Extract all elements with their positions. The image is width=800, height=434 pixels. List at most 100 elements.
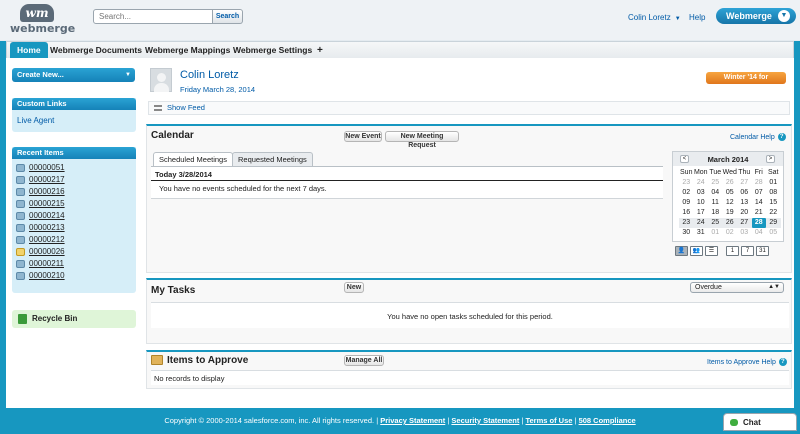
recent-item[interactable]: 00000216: [12, 186, 136, 198]
calendar-day[interactable]: 18: [708, 208, 723, 218]
app-switcher-button[interactable]: Webmerge ▼: [716, 8, 796, 24]
recent-item[interactable]: 00000213: [12, 222, 136, 234]
user-menu[interactable]: Colin Loretz ▼: [628, 13, 681, 22]
security-statement-link[interactable]: Security Statement: [451, 416, 519, 425]
custom-link-live-agent[interactable]: Live Agent: [12, 115, 136, 127]
calendar-day[interactable]: 25: [708, 178, 723, 188]
calendar-day[interactable]: 23: [679, 178, 694, 188]
recent-item-link[interactable]: 00000026: [29, 246, 65, 258]
calendar-day[interactable]: 11: [708, 198, 723, 208]
calendar-day[interactable]: 08: [766, 188, 781, 198]
recent-item[interactable]: 00000211: [12, 258, 136, 270]
recent-item-link[interactable]: 00000216: [29, 186, 65, 198]
recent-item-link[interactable]: 00000214: [29, 210, 65, 222]
calendar-day[interactable]: 10: [694, 198, 709, 208]
calendar-day[interactable]: 05: [766, 228, 781, 238]
calendar-day[interactable]: 23: [679, 218, 694, 228]
calendar-day[interactable]: 05: [723, 188, 738, 198]
tab-webmerge-mappings[interactable]: Webmerge Mappings: [138, 42, 237, 59]
recent-item[interactable]: 00000215: [12, 198, 136, 210]
calendar-day[interactable]: 14: [752, 198, 767, 208]
calendar-day[interactable]: 21: [752, 208, 767, 218]
privacy-statement-link[interactable]: Privacy Statement: [380, 416, 445, 425]
calendar-day[interactable]: 13: [737, 198, 752, 208]
next-month-button[interactable]: >: [766, 155, 775, 163]
recent-item-link[interactable]: 00000212: [29, 234, 65, 246]
recent-item[interactable]: 00000212: [12, 234, 136, 246]
recent-item[interactable]: 00000210: [12, 270, 136, 282]
help-link[interactable]: Help: [689, 13, 705, 22]
calendar-day[interactable]: 02: [723, 228, 738, 238]
terms-of-use-link[interactable]: Terms of Use: [525, 416, 572, 425]
recent-item-link[interactable]: 00000215: [29, 198, 65, 210]
calendar-day[interactable]: 27: [737, 178, 752, 188]
week-view-button[interactable]: 7: [741, 246, 754, 256]
calendar-day[interactable]: 01: [708, 228, 723, 238]
tab-scheduled-meetings[interactable]: Scheduled Meetings: [153, 152, 233, 167]
calendar-day[interactable]: 01: [766, 178, 781, 188]
calendar-day[interactable]: 26: [722, 218, 737, 228]
multi-user-view-button[interactable]: 👥: [690, 246, 703, 256]
webmerge-logo[interactable]: wm webmerge: [10, 4, 75, 36]
recycle-bin-link[interactable]: Recycle Bin: [12, 310, 136, 328]
single-user-view-button[interactable]: 👤: [675, 246, 688, 256]
custom-link-label[interactable]: Live Agent: [17, 116, 54, 125]
search-input[interactable]: [93, 9, 213, 24]
new-meeting-request-button[interactable]: New Meeting Request: [385, 131, 459, 149]
calendar-help-link[interactable]: Calendar Help?: [730, 133, 786, 141]
tab-add[interactable]: +: [310, 42, 330, 59]
calendar-day[interactable]: 26: [723, 178, 738, 188]
recent-item[interactable]: 00000026: [12, 246, 136, 258]
calendar-day[interactable]: 03: [694, 188, 709, 198]
calendar-day[interactable]: 16: [679, 208, 694, 218]
calendar-day[interactable]: 03: [737, 228, 752, 238]
calendar-day[interactable]: 17: [694, 208, 709, 218]
calendar-day[interactable]: 31: [694, 228, 709, 238]
calendar-day[interactable]: 25: [708, 218, 723, 228]
calendar-day[interactable]: 04: [708, 188, 723, 198]
calendar-day[interactable]: 24: [693, 218, 708, 228]
recent-item[interactable]: 00000214: [12, 210, 136, 222]
manage-all-button[interactable]: Manage All: [344, 355, 384, 366]
tab-home[interactable]: Home: [10, 42, 48, 59]
recent-item-link[interactable]: 00000211: [29, 258, 64, 270]
profile-name[interactable]: Colin Loretz: [180, 69, 239, 81]
calendar-day[interactable]: 02: [679, 188, 694, 198]
recent-item-link[interactable]: 00000213: [29, 222, 65, 234]
calendar-day[interactable]: 06: [737, 188, 752, 198]
search-button[interactable]: Search: [213, 9, 243, 24]
508-compliance-link[interactable]: 508 Compliance: [579, 416, 636, 425]
tab-webmerge-documents[interactable]: Webmerge Documents: [43, 42, 149, 59]
approvals-help-link[interactable]: Items to Approve Help?: [707, 358, 787, 366]
calendar-day[interactable]: 09: [679, 198, 694, 208]
calendar-day[interactable]: 07: [752, 188, 767, 198]
calendar-day[interactable]: 28: [752, 178, 767, 188]
calendar-day[interactable]: 04: [752, 228, 767, 238]
recent-item-link[interactable]: 00000210: [29, 270, 65, 282]
task-filter-select[interactable]: Overdue ▲▼: [690, 282, 784, 293]
calendar-day[interactable]: 15: [766, 198, 781, 208]
chat-button[interactable]: Chat: [723, 413, 797, 431]
promo-button[interactable]: Winter '14 for Developers: [706, 72, 786, 93]
recent-item[interactable]: 00000217: [12, 174, 136, 186]
avatar[interactable]: [150, 68, 172, 92]
tab-requested-meetings[interactable]: Requested Meetings: [232, 152, 313, 166]
calendar-day[interactable]: 22: [766, 208, 781, 218]
recent-item[interactable]: 00000051: [12, 162, 136, 174]
recent-item-link[interactable]: 00000217: [29, 174, 65, 186]
list-view-button[interactable]: ☰: [705, 246, 718, 256]
calendar-day[interactable]: 24: [694, 178, 709, 188]
recent-item-link[interactable]: 00000051: [29, 162, 65, 174]
calendar-day[interactable]: 30: [679, 228, 694, 238]
calendar-day[interactable]: 20: [737, 208, 752, 218]
new-event-button[interactable]: New Event: [344, 131, 382, 142]
calendar-day[interactable]: 28: [751, 218, 766, 228]
calendar-day[interactable]: 19: [723, 208, 738, 218]
calendar-day[interactable]: 27: [737, 218, 752, 228]
new-task-button[interactable]: New: [344, 282, 364, 293]
tab-webmerge-settings[interactable]: Webmerge Settings: [226, 42, 319, 59]
calendar-day[interactable]: 29: [766, 218, 781, 228]
calendar-day[interactable]: 12: [723, 198, 738, 208]
month-view-button[interactable]: 31: [756, 246, 769, 256]
show-feed-bar[interactable]: Show Feed: [148, 101, 790, 115]
